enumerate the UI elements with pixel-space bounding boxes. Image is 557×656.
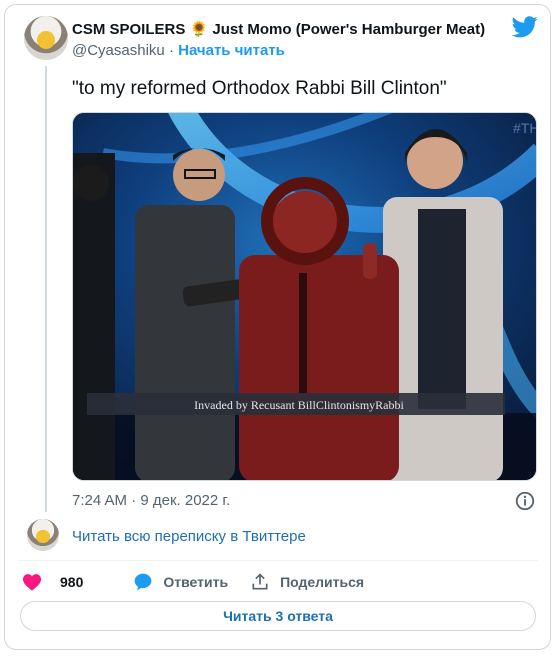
- broadcast-hashtag-watermark: #TH: [513, 120, 537, 136]
- tweet-media-image[interactable]: #TH Invaded by Recusant BillClintonismyR…: [72, 112, 537, 481]
- tweet-text: "to my reformed Orthodox Rabbi Bill Clin…: [72, 78, 447, 99]
- twitter-bird-icon[interactable]: [512, 16, 538, 38]
- like-count: 980: [60, 574, 84, 590]
- like-button[interactable]: 980: [22, 573, 111, 591]
- reply-icon: [135, 573, 152, 591]
- tweet-timestamp[interactable]: 7:24 AM · 9 дек. 2022 г.: [72, 492, 230, 509]
- author-handle-row: @Cyasashiku · Начать читать: [72, 42, 285, 59]
- share-button[interactable]: Поделиться: [250, 572, 364, 592]
- author-handle[interactable]: @Cyasashiku: [72, 42, 165, 59]
- separator-dot: ·: [168, 42, 174, 59]
- read-replies-button[interactable]: Читать 3 ответа: [20, 601, 536, 631]
- actions-divider: [18, 560, 538, 561]
- stage-photo: #TH Invaded by Recusant BillClintonismyR…: [73, 113, 537, 480]
- thread-connector-line: [45, 66, 47, 512]
- read-full-thread-link[interactable]: Читать всю переписку в Твиттере: [72, 528, 306, 545]
- tweet-actions-bar: 980 Ответить Поделиться: [22, 570, 386, 594]
- invasion-caption: Invaded by Recusant BillClintonismyRabbi: [194, 398, 404, 412]
- follow-button[interactable]: Начать читать: [178, 42, 285, 59]
- author-avatar[interactable]: [24, 16, 68, 60]
- heart-icon: [23, 574, 41, 591]
- reply-label: Ответить: [163, 574, 229, 590]
- author-display-name[interactable]: CSM SPOILERS 🌻 Just Momo (Power's Hambur…: [72, 20, 485, 38]
- share-label: Поделиться: [280, 574, 365, 590]
- reply-button[interactable]: Ответить: [133, 572, 228, 592]
- info-icon[interactable]: [514, 490, 536, 512]
- share-icon: [252, 573, 268, 590]
- viewer-avatar-small[interactable]: [27, 519, 59, 551]
